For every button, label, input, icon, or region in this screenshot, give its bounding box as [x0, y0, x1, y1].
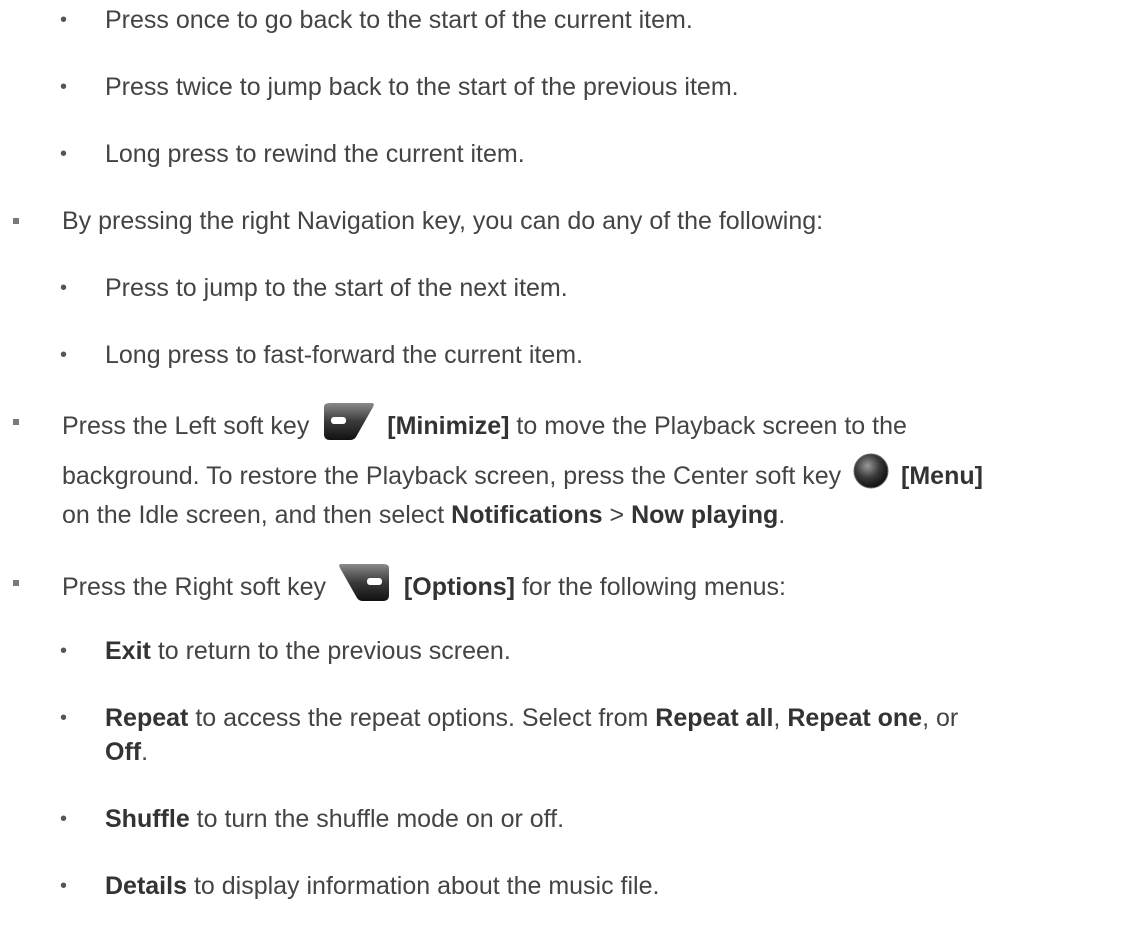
- list-item: Details to display information about the…: [105, 872, 660, 900]
- bullet-dot: •: [60, 875, 68, 897]
- center-soft-key-icon: [852, 452, 890, 497]
- list-item: By pressing the right Navigation key, yo…: [62, 207, 824, 235]
- list-item: Long press to fast-forward the current i…: [105, 341, 583, 369]
- bullet-dot: •: [60, 808, 68, 830]
- right-soft-key-icon: [337, 562, 393, 609]
- paragraph-line: background. To restore the Playback scre…: [62, 453, 983, 497]
- list-item: Press to jump to the start of the next i…: [105, 274, 568, 302]
- bullet-dot: •: [60, 277, 68, 299]
- bullet-dot: •: [60, 344, 68, 366]
- list-item: Press once to go back to the start of th…: [105, 6, 693, 34]
- list-item: Press the Left soft key [Minimize] to mo…: [62, 403, 907, 448]
- bullet-dot: •: [60, 143, 68, 165]
- bullet-square: [13, 218, 19, 224]
- bullet-dot: •: [60, 9, 68, 31]
- paragraph-line: on the Idle screen, and then select Noti…: [62, 501, 786, 529]
- bullet-dot: •: [60, 76, 68, 98]
- list-item: Long press to rewind the current item.: [105, 140, 525, 168]
- list-item: Press the Right soft key [Options] for t…: [62, 564, 786, 609]
- bullet-square: [13, 580, 19, 586]
- bullet-dot: •: [60, 707, 68, 729]
- list-item: Press twice to jump back to the start of…: [105, 73, 739, 101]
- bullet-square: [13, 419, 19, 425]
- bullet-dot: •: [60, 640, 68, 662]
- list-item: Shuffle to turn the shuffle mode on or o…: [105, 805, 565, 833]
- list-item: Exit to return to the previous screen.: [105, 637, 511, 665]
- left-soft-key-icon: [320, 401, 376, 448]
- list-item: Repeat to access the repeat options. Sel…: [105, 704, 959, 732]
- paragraph-line: Off.: [105, 738, 149, 766]
